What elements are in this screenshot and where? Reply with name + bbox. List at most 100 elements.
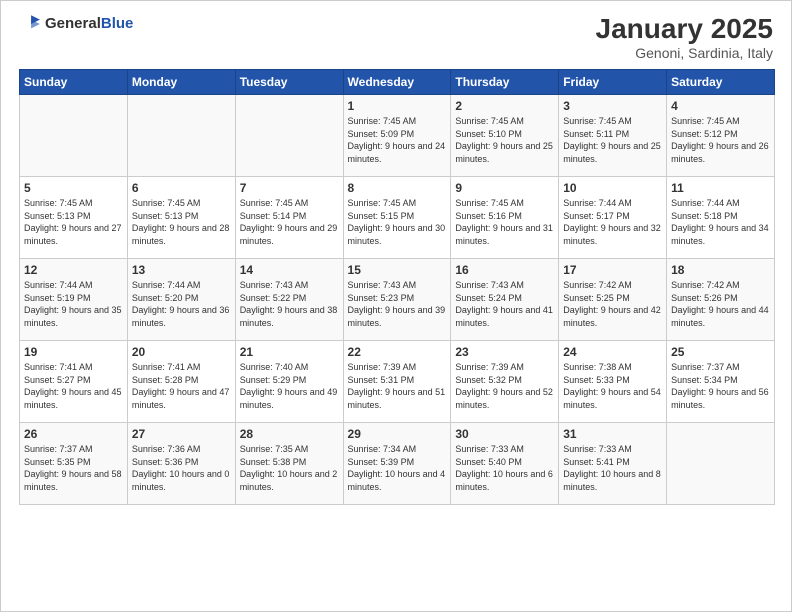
calendar-cell: 27 Sunrise: 7:36 AM Sunset: 5:36 PM Dayli… bbox=[127, 423, 235, 505]
calendar-cell: 24 Sunrise: 7:38 AM Sunset: 5:33 PM Dayli… bbox=[559, 341, 667, 423]
day-number: 7 bbox=[240, 181, 339, 195]
day-number: 3 bbox=[563, 99, 662, 113]
day-number: 11 bbox=[671, 181, 770, 195]
calendar-cell: 7 Sunrise: 7:45 AM Sunset: 5:14 PM Daylig… bbox=[235, 177, 343, 259]
day-number: 6 bbox=[132, 181, 231, 195]
day-number: 17 bbox=[563, 263, 662, 277]
week-row-4: 19 Sunrise: 7:41 AM Sunset: 5:27 PM Dayli… bbox=[20, 341, 775, 423]
day-number: 23 bbox=[455, 345, 554, 359]
day-number: 21 bbox=[240, 345, 339, 359]
day-number: 28 bbox=[240, 427, 339, 441]
generalblue-icon bbox=[19, 13, 41, 35]
logo-text: GeneralBlue bbox=[45, 15, 133, 32]
cell-content: Sunrise: 7:37 AM Sunset: 5:34 PM Dayligh… bbox=[671, 361, 770, 411]
col-header-thursday: Thursday bbox=[451, 70, 559, 95]
day-number: 15 bbox=[348, 263, 447, 277]
cell-content: Sunrise: 7:39 AM Sunset: 5:32 PM Dayligh… bbox=[455, 361, 554, 411]
cell-content: Sunrise: 7:45 AM Sunset: 5:16 PM Dayligh… bbox=[455, 197, 554, 247]
week-row-3: 12 Sunrise: 7:44 AM Sunset: 5:19 PM Dayli… bbox=[20, 259, 775, 341]
day-number: 24 bbox=[563, 345, 662, 359]
day-number: 27 bbox=[132, 427, 231, 441]
cell-content: Sunrise: 7:45 AM Sunset: 5:14 PM Dayligh… bbox=[240, 197, 339, 247]
day-number: 2 bbox=[455, 99, 554, 113]
logo: GeneralBlue bbox=[19, 13, 133, 35]
cell-content: Sunrise: 7:33 AM Sunset: 5:40 PM Dayligh… bbox=[455, 443, 554, 493]
cell-content: Sunrise: 7:44 AM Sunset: 5:20 PM Dayligh… bbox=[132, 279, 231, 329]
month-title: January 2025 bbox=[596, 13, 773, 45]
week-row-2: 5 Sunrise: 7:45 AM Sunset: 5:13 PM Daylig… bbox=[20, 177, 775, 259]
day-number: 5 bbox=[24, 181, 123, 195]
cell-content: Sunrise: 7:45 AM Sunset: 5:13 PM Dayligh… bbox=[24, 197, 123, 247]
cell-content: Sunrise: 7:45 AM Sunset: 5:10 PM Dayligh… bbox=[455, 115, 554, 165]
cell-content: Sunrise: 7:42 AM Sunset: 5:26 PM Dayligh… bbox=[671, 279, 770, 329]
cell-content: Sunrise: 7:42 AM Sunset: 5:25 PM Dayligh… bbox=[563, 279, 662, 329]
calendar-cell: 20 Sunrise: 7:41 AM Sunset: 5:28 PM Dayli… bbox=[127, 341, 235, 423]
day-number: 25 bbox=[671, 345, 770, 359]
day-number: 8 bbox=[348, 181, 447, 195]
day-number: 31 bbox=[563, 427, 662, 441]
day-number: 10 bbox=[563, 181, 662, 195]
calendar-cell: 17 Sunrise: 7:42 AM Sunset: 5:25 PM Dayli… bbox=[559, 259, 667, 341]
day-number: 12 bbox=[24, 263, 123, 277]
calendar-cell: 29Sunrise: 7:34 AM Sunset: 5:39 PM Dayli… bbox=[343, 423, 451, 505]
calendar-cell: 28Sunrise: 7:35 AM Sunset: 5:38 PM Dayli… bbox=[235, 423, 343, 505]
header-row: SundayMondayTuesdayWednesdayThursdayFrid… bbox=[20, 70, 775, 95]
week-row-5: 26 Sunrise: 7:37 AM Sunset: 5:35 PM Dayli… bbox=[20, 423, 775, 505]
day-number: 29 bbox=[348, 427, 447, 441]
calendar-cell: 31 Sunrise: 7:33 AM Sunset: 5:41 PM Dayli… bbox=[559, 423, 667, 505]
cell-content: Sunrise: 7:45 AM Sunset: 5:15 PM Dayligh… bbox=[348, 197, 447, 247]
calendar-cell: 26 Sunrise: 7:37 AM Sunset: 5:35 PM Dayli… bbox=[20, 423, 128, 505]
page: GeneralBlue January 2025 Genoni, Sardini… bbox=[0, 0, 792, 612]
cell-content: Sunrise: 7:36 AM Sunset: 5:36 PM Dayligh… bbox=[132, 443, 231, 493]
col-header-friday: Friday bbox=[559, 70, 667, 95]
calendar-cell: 6 Sunrise: 7:45 AM Sunset: 5:13 PM Daylig… bbox=[127, 177, 235, 259]
cell-content: Sunrise: 7:43 AM Sunset: 5:23 PM Dayligh… bbox=[348, 279, 447, 329]
calendar-cell bbox=[235, 95, 343, 177]
calendar-table: SundayMondayTuesdayWednesdayThursdayFrid… bbox=[19, 69, 775, 505]
calendar-cell: 21 Sunrise: 7:40 AM Sunset: 5:29 PM Dayli… bbox=[235, 341, 343, 423]
cell-content: Sunrise: 7:33 AM Sunset: 5:41 PM Dayligh… bbox=[563, 443, 662, 493]
calendar-cell: 12 Sunrise: 7:44 AM Sunset: 5:19 PM Dayli… bbox=[20, 259, 128, 341]
calendar-cell: 4Sunrise: 7:45 AM Sunset: 5:12 PM Daylig… bbox=[667, 95, 775, 177]
title-area: January 2025 Genoni, Sardinia, Italy bbox=[596, 13, 773, 61]
cell-content: Sunrise: 7:37 AM Sunset: 5:35 PM Dayligh… bbox=[24, 443, 123, 493]
calendar-cell: 8 Sunrise: 7:45 AM Sunset: 5:15 PM Daylig… bbox=[343, 177, 451, 259]
day-number: 20 bbox=[132, 345, 231, 359]
cell-content: Sunrise: 7:38 AM Sunset: 5:33 PM Dayligh… bbox=[563, 361, 662, 411]
col-header-tuesday: Tuesday bbox=[235, 70, 343, 95]
day-number: 9 bbox=[455, 181, 554, 195]
cell-content: Sunrise: 7:45 AM Sunset: 5:13 PM Dayligh… bbox=[132, 197, 231, 247]
cell-content: Sunrise: 7:41 AM Sunset: 5:27 PM Dayligh… bbox=[24, 361, 123, 411]
calendar-cell: 16Sunrise: 7:43 AM Sunset: 5:24 PM Dayli… bbox=[451, 259, 559, 341]
cell-content: Sunrise: 7:44 AM Sunset: 5:18 PM Dayligh… bbox=[671, 197, 770, 247]
cell-content: Sunrise: 7:44 AM Sunset: 5:19 PM Dayligh… bbox=[24, 279, 123, 329]
col-header-sunday: Sunday bbox=[20, 70, 128, 95]
day-number: 26 bbox=[24, 427, 123, 441]
col-header-wednesday: Wednesday bbox=[343, 70, 451, 95]
calendar-cell bbox=[20, 95, 128, 177]
cell-content: Sunrise: 7:45 AM Sunset: 5:09 PM Dayligh… bbox=[348, 115, 447, 165]
calendar-cell: 25 Sunrise: 7:37 AM Sunset: 5:34 PM Dayli… bbox=[667, 341, 775, 423]
cell-content: Sunrise: 7:43 AM Sunset: 5:22 PM Dayligh… bbox=[240, 279, 339, 329]
day-number: 22 bbox=[348, 345, 447, 359]
calendar-cell: 23 Sunrise: 7:39 AM Sunset: 5:32 PM Dayli… bbox=[451, 341, 559, 423]
calendar-cell: 11 Sunrise: 7:44 AM Sunset: 5:18 PM Dayli… bbox=[667, 177, 775, 259]
col-header-monday: Monday bbox=[127, 70, 235, 95]
col-header-saturday: Saturday bbox=[667, 70, 775, 95]
calendar-cell: 9 Sunrise: 7:45 AM Sunset: 5:16 PM Daylig… bbox=[451, 177, 559, 259]
day-number: 19 bbox=[24, 345, 123, 359]
day-number: 4 bbox=[671, 99, 770, 113]
location: Genoni, Sardinia, Italy bbox=[596, 45, 773, 61]
calendar-cell: 18 Sunrise: 7:42 AM Sunset: 5:26 PM Dayli… bbox=[667, 259, 775, 341]
week-row-1: 1Sunrise: 7:45 AM Sunset: 5:09 PM Daylig… bbox=[20, 95, 775, 177]
day-number: 18 bbox=[671, 263, 770, 277]
cell-content: Sunrise: 7:44 AM Sunset: 5:17 PM Dayligh… bbox=[563, 197, 662, 247]
calendar-cell: 1Sunrise: 7:45 AM Sunset: 5:09 PM Daylig… bbox=[343, 95, 451, 177]
cell-content: Sunrise: 7:40 AM Sunset: 5:29 PM Dayligh… bbox=[240, 361, 339, 411]
cell-content: Sunrise: 7:41 AM Sunset: 5:28 PM Dayligh… bbox=[132, 361, 231, 411]
day-number: 30 bbox=[455, 427, 554, 441]
calendar-cell bbox=[667, 423, 775, 505]
calendar-cell: 13Sunrise: 7:44 AM Sunset: 5:20 PM Dayli… bbox=[127, 259, 235, 341]
calendar-cell: 15 Sunrise: 7:43 AM Sunset: 5:23 PM Dayli… bbox=[343, 259, 451, 341]
calendar-cell: 5 Sunrise: 7:45 AM Sunset: 5:13 PM Daylig… bbox=[20, 177, 128, 259]
